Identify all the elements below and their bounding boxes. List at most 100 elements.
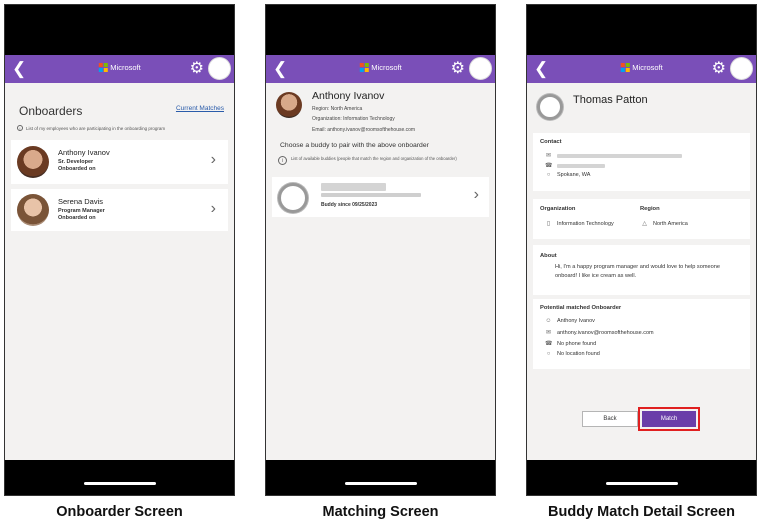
organization-section: Organization Region ▯ Information Techno…: [533, 199, 750, 239]
avatar[interactable]: [469, 57, 492, 80]
potential-onboarder-label: Potential matched Onboarder: [540, 305, 622, 311]
buddy-since: Buddy since 09/25/2023: [321, 202, 378, 208]
organization-text: Information Technology: [557, 220, 614, 227]
location-text: Spokane, WA: [557, 172, 591, 178]
phone-buddy-match-detail-screen: ❮ Microsoft ⚙ Thomas Patton Contact ✉ ☎ …: [526, 4, 757, 496]
phone-matching-screen: ❮ Microsoft ⚙ Anthony Ivanov Region: Nor…: [265, 4, 496, 496]
potential-onboarder-section: Potential matched Onboarder ☺ Anthony Iv…: [533, 299, 750, 369]
redacted-name: [321, 183, 386, 191]
info-note-text: List of available buddies (people that m…: [291, 156, 457, 161]
matching-screen: Anthony Ivanov Region: North America Org…: [266, 83, 495, 460]
buddy-list-item[interactable]: Buddy since 09/25/2023 ›: [272, 177, 489, 217]
brand-name: Microsoft: [371, 63, 402, 72]
buddy-detail-screen: Thomas Patton Contact ✉ ☎ ○ Spokane, WA: [527, 83, 756, 460]
redacted-email: [321, 193, 421, 197]
redacted-phone: [557, 163, 605, 168]
mail-icon: ✉: [545, 153, 552, 159]
back-chevron-icon[interactable]: ❮: [273, 59, 287, 79]
info-icon: i: [17, 125, 23, 131]
info-note-text: List of my employees who are participati…: [26, 125, 166, 131]
info-note: i List of available buddies (people that…: [278, 156, 478, 165]
brand: Microsoft: [359, 63, 402, 72]
email-text: Email: anthony.ivanov@roomsofthehouse.co…: [312, 127, 416, 133]
match-button[interactable]: Match: [638, 407, 700, 431]
avatar: [17, 146, 49, 178]
building-icon: ▯: [546, 221, 551, 227]
phone-onboarder-screen: ❮ Microsoft ⚙ Onboarders Current Matches…: [4, 4, 235, 496]
microsoft-logo-icon: [98, 63, 108, 72]
back-chevron-icon[interactable]: ❮: [12, 59, 26, 79]
about-text: Hi, I'm a happy program manager and woul…: [555, 264, 720, 279]
onboarder-email-row: ✉ anthony.ivanov@roomsofthehouse.com: [545, 329, 654, 337]
about-label: About: [540, 253, 557, 259]
onboarder-phone-row: ☎ No phone found: [545, 340, 597, 348]
choose-buddy-heading: Choose a buddy to pair with the above on…: [280, 142, 429, 149]
home-indicator[interactable]: [605, 482, 678, 485]
organization-text: Organization: Information Technology: [312, 116, 395, 122]
chevron-right-icon[interactable]: ›: [211, 199, 216, 219]
caption-onboarder-screen: Onboarder Screen: [56, 504, 183, 520]
microsoft-logo-icon: [359, 63, 369, 72]
onboarder-email: anthony.ivanov@roomsofthehouse.com: [557, 329, 654, 336]
avatar[interactable]: [730, 57, 753, 80]
onboarder-phone: No phone found: [557, 340, 597, 347]
region-icon: △: [642, 221, 647, 227]
about-section: About Hi, I'm a happy program manager an…: [533, 245, 750, 295]
home-indicator[interactable]: [83, 482, 156, 485]
avatar[interactable]: [208, 57, 231, 80]
brand: Microsoft: [98, 63, 141, 72]
stage: ❮ Microsoft ⚙ Onboarders Current Matches…: [0, 0, 760, 525]
region-row: △ North America: [641, 220, 688, 228]
back-button[interactable]: Back: [582, 411, 638, 427]
redacted-email: [557, 153, 682, 158]
person-icon: ☺: [545, 318, 552, 324]
onboarder-name-row: ☺ Anthony Ivanov: [545, 318, 595, 324]
phone-row: ☎: [545, 162, 605, 169]
onboarder-name: Anthony Ivanov: [312, 90, 385, 102]
list-item[interactable]: Anthony Ivanov Sr. Developer Onboarded o…: [11, 140, 228, 184]
chevron-right-icon[interactable]: ›: [474, 185, 479, 205]
onboarder-role: Sr. Developer: [58, 159, 94, 165]
gear-icon[interactable]: ⚙: [712, 59, 726, 79]
onboarder-role: Program Manager: [58, 208, 105, 214]
buddy-name: Thomas Patton: [573, 94, 648, 106]
contact-label: Contact: [540, 139, 562, 145]
caption-matching-screen: Matching Screen: [322, 504, 439, 520]
caption-buddy-detail-screen: Buddy Match Detail Screen: [548, 504, 735, 520]
email-row: ✉: [545, 152, 682, 159]
contact-section: Contact ✉ ☎ ○ Spokane, WA: [533, 133, 750, 191]
brand: Microsoft: [620, 63, 663, 72]
region-text: North America: [653, 220, 688, 227]
location-row: ○ Spokane, WA: [545, 172, 591, 178]
home-indicator[interactable]: [344, 482, 417, 485]
phone-icon: ☎: [545, 341, 553, 347]
current-matches-link[interactable]: Current Matches: [176, 105, 224, 112]
onboarder-screen: Onboarders Current Matches i List of my …: [5, 83, 234, 460]
onboarder-location-row: ○ No location found: [545, 351, 600, 357]
avatar: [537, 94, 563, 120]
location-pin-icon: ○: [546, 172, 551, 178]
onboarder-name: Anthony Ivanov: [557, 318, 595, 324]
chevron-right-icon[interactable]: ›: [211, 150, 216, 170]
info-note: i List of my employees who are participa…: [17, 125, 165, 131]
onboarded-status: Onboarded on: [58, 166, 96, 172]
list-item[interactable]: Serena Davis Program Manager Onboarded o…: [11, 189, 228, 231]
microsoft-logo-icon: [620, 63, 630, 72]
avatar: [276, 92, 302, 118]
region-label: Region: [640, 206, 660, 212]
onboarder-name: Serena Davis: [58, 197, 104, 206]
onboarder-name: Anthony Ivanov: [58, 148, 110, 157]
gear-icon[interactable]: ⚙: [451, 59, 465, 79]
app-header: ❮ Microsoft ⚙: [5, 55, 234, 83]
avatar: [278, 183, 308, 213]
app-header: ❮ Microsoft ⚙: [527, 55, 756, 83]
onboarder-location: No location found: [557, 351, 600, 357]
app-header: ❮ Microsoft ⚙: [266, 55, 495, 83]
back-chevron-icon[interactable]: ❮: [534, 59, 548, 79]
phone-icon: ☎: [545, 163, 553, 169]
location-pin-icon: ○: [546, 351, 551, 357]
gear-icon[interactable]: ⚙: [190, 59, 204, 79]
organization-label: Organization: [540, 206, 576, 212]
mail-icon: ✉: [545, 330, 552, 336]
page-title: Onboarders: [19, 104, 83, 118]
